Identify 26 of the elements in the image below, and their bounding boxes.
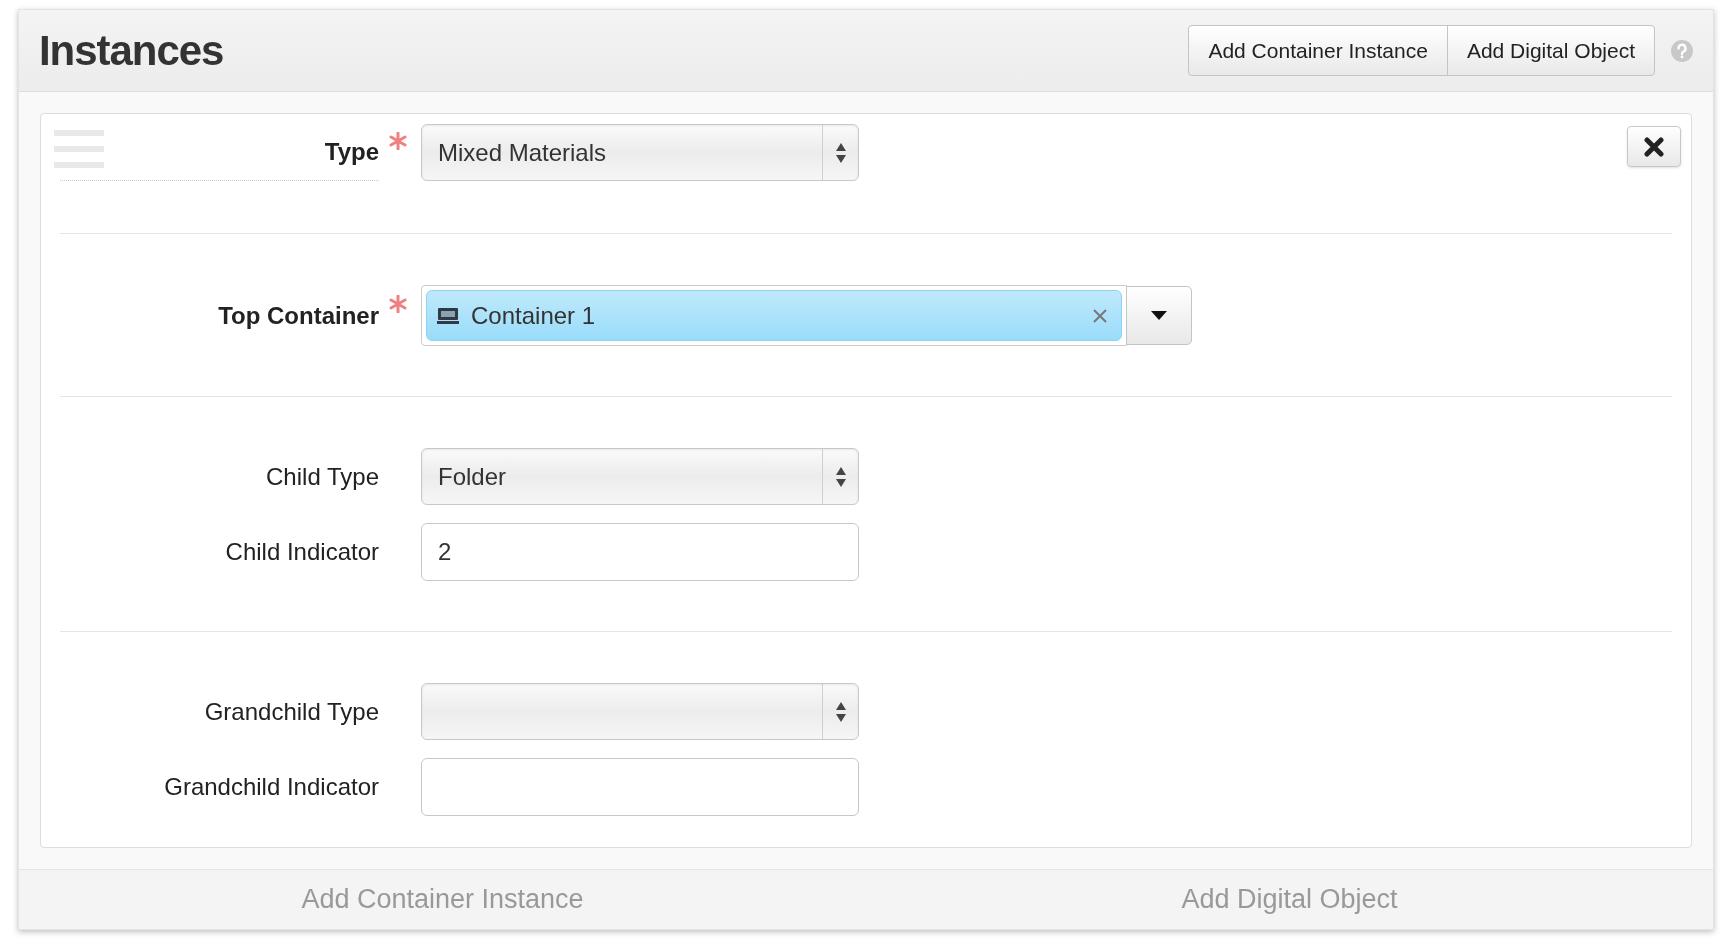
section-title: Instances [39, 26, 224, 76]
remove-icon[interactable] [1093, 308, 1107, 323]
dropdown-button[interactable] [1126, 286, 1192, 345]
field-label: Top Container [218, 300, 379, 331]
field-label: Child Indicator [225, 537, 379, 567]
caret-icon [1151, 311, 1167, 320]
token-label: Container 1 [471, 300, 597, 331]
select-field[interactable]: Mixed Materials [421, 124, 859, 181]
select-field[interactable] [421, 683, 859, 740]
select-field[interactable]: Folder [421, 448, 859, 505]
input-field[interactable] [421, 758, 859, 816]
field-label: Grandchild Type [204, 696, 379, 727]
field-label: Grandchild Indicator [164, 772, 379, 802]
select-arrows-icon [834, 465, 847, 488]
required-icon [389, 132, 407, 150]
required-icon [389, 295, 407, 313]
select-arrows-icon [834, 700, 847, 723]
field-label: Type [324, 137, 379, 167]
remove-button[interactable] [1627, 126, 1681, 167]
header-button[interactable]: Add Digital Object [1446, 25, 1655, 76]
close-icon [1644, 136, 1664, 157]
field-label: Child Type [266, 461, 379, 492]
header-button[interactable]: Add Container Instance [1188, 25, 1448, 76]
input-field[interactable]: 2 [421, 523, 859, 581]
select-arrows-icon [834, 141, 847, 164]
help-icon[interactable] [1671, 39, 1693, 62]
